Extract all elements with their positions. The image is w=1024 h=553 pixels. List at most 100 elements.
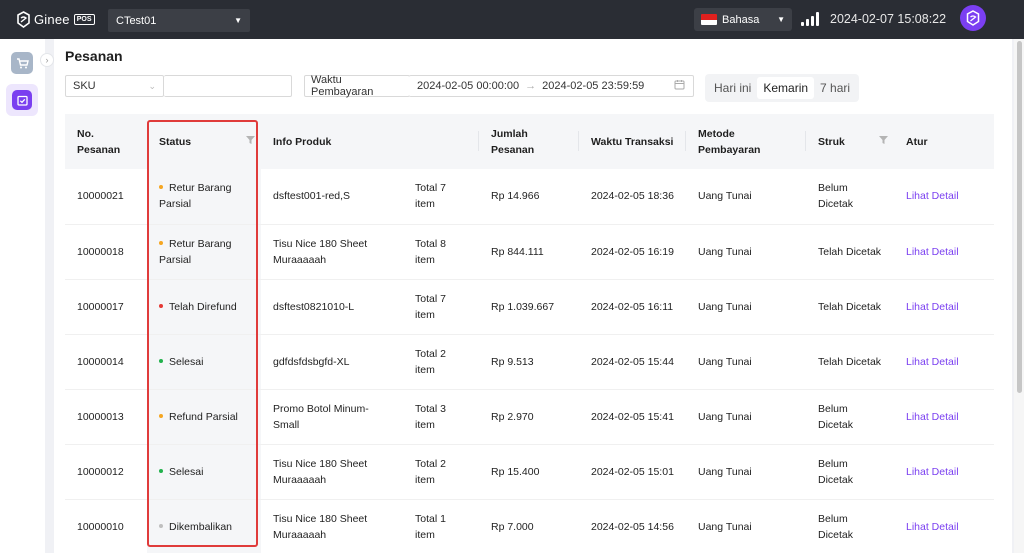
status-dot-icon <box>159 303 163 308</box>
receipt-status: Telah Dicetak <box>806 279 894 335</box>
quick-range-today[interactable]: Hari ini <box>708 77 757 99</box>
transaction-time: 2024-02-05 14:56 <box>579 499 686 553</box>
table-row: 10000012 Selesai Tisu Nice 180 Sheet Muraa… <box>65 444 994 500</box>
order-amount: Rp 7.000 <box>479 499 579 553</box>
order-number: 10000013 <box>65 389 147 445</box>
order-status: Telah Direfund <box>147 279 261 335</box>
order-amount: Rp 9.513 <box>479 334 579 390</box>
order-status: Refund Parsial <box>147 389 261 445</box>
view-detail-link-text[interactable]: Lihat Detail <box>906 246 959 258</box>
user-avatar[interactable] <box>960 5 986 31</box>
view-detail-link[interactable]: Lihat Detail <box>894 334 994 390</box>
sidebar-item-cashier[interactable] <box>11 52 33 74</box>
view-detail-link[interactable]: Lihat Detail <box>894 279 994 335</box>
store-select[interactable]: CTest01 ▼ <box>108 9 250 32</box>
payment-method: Uang Tunai <box>686 169 806 225</box>
page-title: Pesanan <box>65 48 123 64</box>
col-order-no: No. Pesanan <box>65 114 147 169</box>
quick-range-group: Hari ini Kemarin 7 hari <box>705 74 860 102</box>
orders-table: No. Pesanan Status Info Produk Jumlah Pe… <box>65 114 994 553</box>
arrow-right-icon: → <box>525 80 537 92</box>
transaction-time: 2024-02-05 15:44 <box>579 334 686 390</box>
view-detail-link[interactable]: Lihat Detail <box>894 224 994 280</box>
order-status: Retur Barang Parsial <box>147 169 261 225</box>
sku-filter-select[interactable]: SKU ⌄ <box>65 75 164 97</box>
view-detail-link-text[interactable]: Lihat Detail <box>906 466 959 478</box>
view-detail-link-text[interactable]: Lihat Detail <box>906 301 959 313</box>
status-dot-icon <box>159 413 163 418</box>
quick-range-yesterday[interactable]: Kemarin <box>757 77 815 99</box>
order-status: Dikembalikan <box>147 499 261 553</box>
view-detail-link[interactable]: Lihat Detail <box>894 444 994 500</box>
view-detail-link-text[interactable]: Lihat Detail <box>906 356 959 368</box>
sidebar-item-orders[interactable] <box>6 84 38 116</box>
top-bar: Ginee POS CTest01 ▼ Bahasa ▼ 2024-02-07 … <box>0 0 1024 39</box>
view-detail-link[interactable]: Lihat Detail <box>894 499 994 553</box>
receipt-status: Telah Dicetak <box>806 224 894 280</box>
receipt-status: Belum Dicetak <box>806 389 894 445</box>
cart-icon <box>16 57 29 68</box>
time-type-text: Waktu Pembayaran <box>311 74 374 98</box>
signal-icon <box>801 12 821 26</box>
sidebar-expand-button[interactable]: › <box>40 53 54 67</box>
language-select-value: Bahasa <box>722 13 760 26</box>
order-status: Selesai <box>147 334 261 390</box>
filter-icon[interactable] <box>879 136 888 144</box>
status-dot-icon <box>159 468 163 473</box>
filter-icon[interactable] <box>246 136 255 144</box>
col-payment-method: Metode Pembayaran <box>686 114 806 169</box>
view-detail-link[interactable]: Lihat Detail <box>894 169 994 225</box>
col-product-total <box>403 114 479 169</box>
page-scrollbar[interactable] <box>1014 39 1024 553</box>
order-number: 10000012 <box>65 444 147 500</box>
col-status[interactable]: Status <box>147 114 261 169</box>
ginee-logo-icon <box>17 11 30 28</box>
view-detail-link-text[interactable]: Lihat Detail <box>906 190 959 202</box>
quick-range-7days[interactable]: 7 hari <box>814 77 856 99</box>
order-status-text: Retur Barang Parsial <box>159 237 232 266</box>
product-info: Tisu Nice 180 Sheet Muraaaaah <box>261 444 403 500</box>
col-product-info: Info Produk <box>261 114 403 169</box>
col-receipt[interactable]: Struk <box>806 114 894 169</box>
caret-down-icon: ▼ <box>234 16 242 25</box>
order-status-text: Telah Direfund <box>169 300 237 313</box>
language-select[interactable]: Bahasa ▼ <box>694 8 792 31</box>
order-status-text: Refund Parsial <box>169 410 238 423</box>
date-range-picker[interactable]: 2024-02-05 00:00:00 → 2024-02-05 23:59:5… <box>409 75 694 97</box>
product-info: gdfdsfdsbgfd-XL <box>261 334 403 390</box>
sku-search-input[interactable] <box>164 75 292 97</box>
order-number: 10000018 <box>65 224 147 280</box>
order-status: Selesai <box>147 444 261 500</box>
product-info: dsftest001-red,S <box>261 169 403 225</box>
start-time[interactable]: 2024-02-05 00:00:00 <box>417 80 519 92</box>
product-total: Total 2 item <box>403 444 479 500</box>
sku-filter-value: SKU <box>73 80 96 92</box>
product-total: Total 7 item <box>403 169 479 225</box>
order-amount: Rp 2.970 <box>479 389 579 445</box>
product-total: Total 1 item <box>403 499 479 553</box>
chevron-down-icon: ⌄ <box>148 80 156 91</box>
ginee-logo[interactable]: Ginee POS <box>16 11 95 28</box>
receipt-status: Telah Dicetak <box>806 334 894 390</box>
order-number: 10000014 <box>65 334 147 390</box>
brand-name: Ginee <box>34 12 70 27</box>
store-select-value: CTest01 <box>116 14 157 27</box>
table-row: 10000014 Selesai gdfdsfdsbgfd-XL Total 2 it… <box>65 334 994 390</box>
orders-icon <box>16 95 28 106</box>
view-detail-link[interactable]: Lihat Detail <box>894 389 994 445</box>
view-detail-link-text[interactable]: Lihat Detail <box>906 411 959 423</box>
view-detail-link-text[interactable]: Lihat Detail <box>906 521 959 533</box>
payment-method: Uang Tunai <box>686 389 806 445</box>
order-status-text: Selesai <box>169 355 204 368</box>
end-time[interactable]: 2024-02-05 23:59:59 <box>542 80 644 92</box>
scrollbar-thumb[interactable] <box>1017 41 1022 393</box>
product-total: Total 7 item <box>403 279 479 335</box>
order-number: 10000017 <box>65 279 147 335</box>
table-header-row: No. Pesanan Status Info Produk Jumlah Pe… <box>65 114 994 169</box>
order-amount: Rp 14.966 <box>479 169 579 225</box>
payment-method: Uang Tunai <box>686 224 806 280</box>
order-status-text: Retur Barang Parsial <box>159 182 232 211</box>
payment-method: Uang Tunai <box>686 334 806 390</box>
main-content: Pesanan SKU ⌄ Waktu Pembayaran 2024-02-0… <box>54 39 1012 553</box>
col-order-amount: Jumlah Pesanan <box>479 114 579 169</box>
